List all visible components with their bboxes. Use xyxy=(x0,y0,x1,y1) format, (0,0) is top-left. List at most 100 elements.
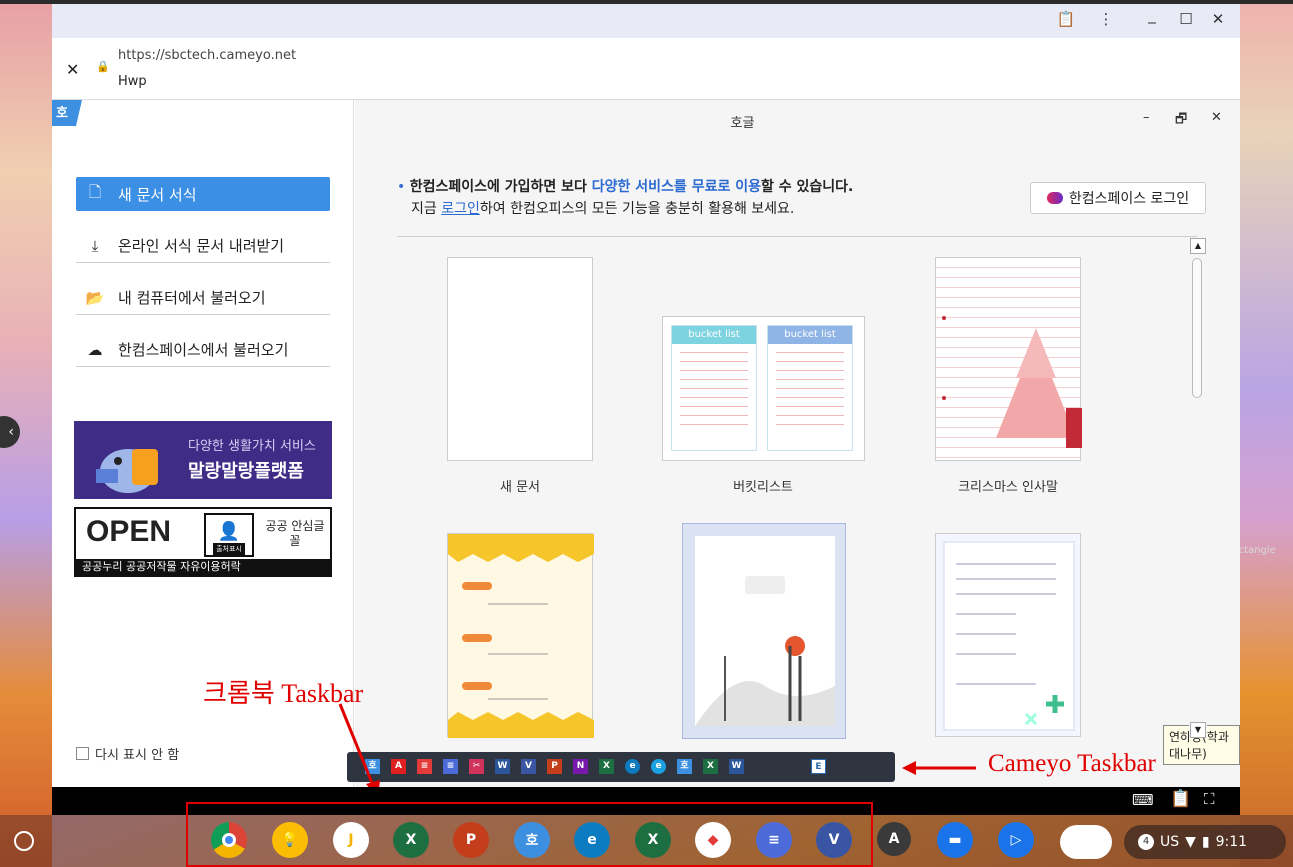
dont-show-again[interactable]: 다시 표시 안 함 xyxy=(76,744,179,763)
edge-icon[interactable]: e xyxy=(625,759,640,774)
notice-highlight: 다양한 서비스를 무료로 이용 xyxy=(591,179,761,195)
dont-show-label: 다시 표시 안 함 xyxy=(95,748,180,763)
word-icon[interactable]: W xyxy=(495,759,510,774)
christmas-tree-icon xyxy=(942,316,1082,448)
forms-icon[interactable]: ≡ xyxy=(756,822,792,858)
fullscreen-icon[interactable]: ⛶ xyxy=(1204,790,1215,808)
template-new-document[interactable] xyxy=(447,257,593,461)
sway-icon[interactable]: ◆ xyxy=(695,822,731,858)
keep-icon[interactable]: 💡 xyxy=(272,822,308,858)
jamboard-icon[interactable]: J xyxy=(333,822,369,858)
app-restore-button[interactable]: 🗗 xyxy=(1175,110,1187,132)
play-icon[interactable]: ▷ xyxy=(998,822,1034,858)
template-label: 버킷리스트 xyxy=(733,480,793,495)
browser-window: 📋 ⋮ _ ☐ ✕ ✕ 🔒 https://sbctech.cameyo.net… xyxy=(52,4,1240,787)
template-scrollbar[interactable]: ▲ ▼ xyxy=(1189,238,1207,738)
banner-title: 말랑말랑플랫폼 xyxy=(188,461,304,482)
template-christmas-greeting[interactable] xyxy=(935,257,1082,461)
template-math-worksheet[interactable] xyxy=(935,533,1081,737)
bucket-header: bucket list xyxy=(768,326,852,344)
visio-icon[interactable]: V xyxy=(521,759,536,774)
worksheet-icon xyxy=(943,541,1075,731)
acrobat-icon[interactable]: A xyxy=(391,759,406,774)
word-icon-2[interactable]: W xyxy=(729,759,744,774)
mascot-icon xyxy=(96,449,158,493)
status-area[interactable]: 4 US ▼ ▮ 9:11 xyxy=(1124,825,1286,859)
snipping-icon[interactable]: ✂ xyxy=(469,759,484,774)
folder-icon: 📂 xyxy=(85,288,105,307)
clipboard-icon[interactable]: 📋 xyxy=(1056,10,1076,28)
template-bucket-list[interactable]: bucket list bucket list xyxy=(662,316,865,461)
banner-subtitle: 다양한 생활가치 서비스 xyxy=(188,439,316,454)
edge-icon[interactable]: e xyxy=(574,822,610,858)
scroll-down-icon[interactable]: ▼ xyxy=(1190,722,1206,738)
launcher-button[interactable] xyxy=(14,831,34,851)
excel-icon[interactable]: X xyxy=(599,759,614,774)
sidebar-item-new-template[interactable]: 🗋 새 문서 서식 xyxy=(76,177,330,211)
template-label: 크리스마스 인사말 xyxy=(958,480,1058,495)
powerpoint-icon[interactable]: P xyxy=(547,759,562,774)
sidebar-item-open-local[interactable]: 📂 내 컴퓨터에서 불러오기 xyxy=(76,281,330,315)
chrome-icon[interactable] xyxy=(211,822,247,858)
page-title: Hwp xyxy=(118,74,147,89)
template-label: 새 문서 xyxy=(499,480,540,495)
platform-banner[interactable]: 다양한 생활가치 서비스 말랑말랑플랫폼 xyxy=(74,421,332,499)
forms-icon[interactable]: ≡ xyxy=(443,759,458,774)
excel-icon-2[interactable]: X xyxy=(635,822,671,858)
cloud-icon: ☁ xyxy=(87,340,103,359)
template-category-chart[interactable] xyxy=(447,533,594,738)
hancomspace-login-button[interactable]: 한컴스페이스 로그인 xyxy=(1030,182,1206,214)
template-new-year-card[interactable] xyxy=(682,523,846,739)
keyboard-icon[interactable]: ⌨ xyxy=(1132,791,1154,809)
cameyo-taskbar: 호 A ≡ ≡ ✂ W V P N X e e 호 X W E xyxy=(347,752,895,782)
license-caption: 공공누리 공공저작물 자유이용허락 xyxy=(76,559,330,575)
hancom-logo-icon xyxy=(1046,192,1063,204)
files-icon[interactable]: ▬ xyxy=(937,822,973,858)
app-minimize-button[interactable]: – xyxy=(1143,110,1150,125)
annotation-arrow-left xyxy=(902,761,976,775)
bucket-page-1: bucket list xyxy=(671,325,757,451)
notice-line2-a: 지금 xyxy=(411,201,442,217)
badge-caption: 출처표시 xyxy=(213,543,245,555)
wifi-icon: ▼ xyxy=(1185,834,1196,850)
notice-text-a: 한컴스페이스에 가입하면 보다 xyxy=(409,179,592,195)
login-link[interactable]: 로그인 xyxy=(441,201,480,217)
sidebar-item-download-online[interactable]: ⤓ 온라인 서식 문서 내려받기 xyxy=(76,229,330,263)
scroll-up-icon[interactable]: ▲ xyxy=(1190,238,1206,254)
close-icon[interactable]: ✕ xyxy=(66,60,79,79)
window-titlebar: 📋 ⋮ _ ☐ ✕ xyxy=(52,4,1240,38)
excel-icon[interactable]: X xyxy=(393,822,429,858)
maximize-button[interactable]: ☐ xyxy=(1176,10,1196,28)
excel-icon-2[interactable]: X xyxy=(703,759,718,774)
close-window-button[interactable]: ✕ xyxy=(1208,10,1228,28)
scroll-thumb[interactable] xyxy=(1192,258,1202,398)
onenote-icon[interactable]: N xyxy=(573,759,588,774)
hwp-icon[interactable]: 호 xyxy=(514,822,550,858)
minimize-button[interactable]: _ xyxy=(1142,6,1162,24)
open-license-banner: OPEN 👤 출처표시 공공 안심글꼴 공공누리 공공저작물 자유이용허락 xyxy=(74,507,332,577)
sidebar-item-label: 한컴스페이스에서 불러오기 xyxy=(118,341,289,359)
sway-icon[interactable]: ≡ xyxy=(417,759,432,774)
battery-icon: ▮ xyxy=(1201,834,1210,850)
menu-icon[interactable]: ⋮ xyxy=(1096,10,1116,28)
powerpoint-icon[interactable]: P xyxy=(453,822,489,858)
sidebar-item-open-hancomspace[interactable]: ☁ 한컴스페이스에서 불러오기 xyxy=(76,333,330,367)
visio-icon[interactable]: V xyxy=(816,822,852,858)
dont-show-checkbox[interactable] xyxy=(76,747,89,760)
sidebar-item-label: 온라인 서식 문서 내려받기 xyxy=(118,237,285,255)
tote-pill[interactable] xyxy=(1060,825,1112,859)
attribution-badge: 👤 출처표시 xyxy=(204,513,254,557)
app-close-button[interactable]: ✕ xyxy=(1211,110,1222,125)
hwp-icon-2[interactable]: 호 xyxy=(677,759,692,774)
edge-icon-2[interactable]: e xyxy=(651,759,666,774)
document-icon: 🗋 xyxy=(88,182,102,201)
cameyo-taskbar-annotation: Cameyo Taskbar xyxy=(988,750,1156,777)
lock-icon: 🔒 xyxy=(96,60,110,73)
avatar-a-icon[interactable]: A xyxy=(877,822,911,856)
url-text[interactable]: https://sbctech.cameyo.net xyxy=(118,48,296,63)
annotation-arrow-down xyxy=(338,703,380,798)
wallpaper-right xyxy=(1240,0,1293,867)
cameyo-e-icon[interactable]: E xyxy=(811,759,826,774)
clipboard-icon[interactable]: 📋 xyxy=(1170,789,1191,809)
bucket-header: bucket list xyxy=(672,326,756,344)
